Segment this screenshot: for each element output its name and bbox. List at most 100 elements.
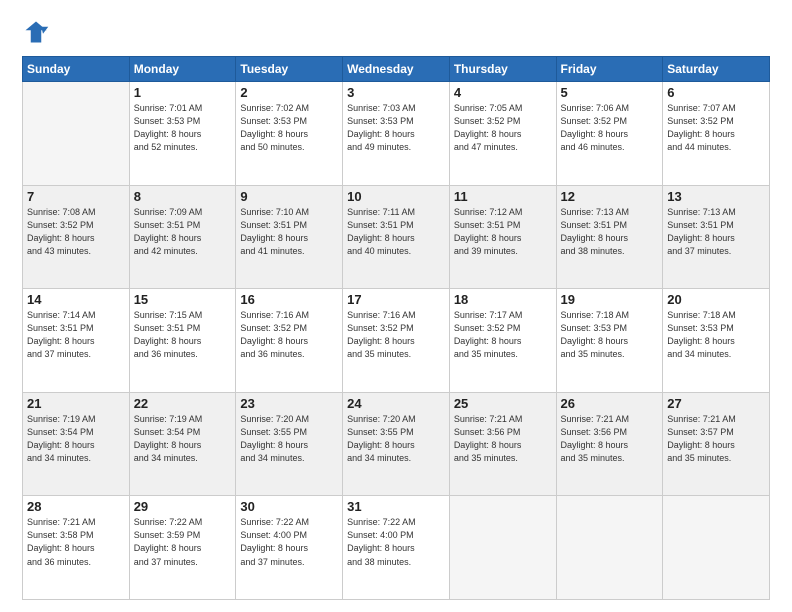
- day-number: 20: [667, 292, 765, 307]
- calendar-day-cell: 4 Sunrise: 7:05 AMSunset: 3:52 PMDaylight…: [449, 82, 556, 186]
- day-number: 30: [240, 499, 338, 514]
- day-info: Sunrise: 7:20 AMSunset: 3:55 PMDaylight:…: [347, 413, 445, 465]
- day-number: 24: [347, 396, 445, 411]
- day-number: 10: [347, 189, 445, 204]
- day-info: Sunrise: 7:06 AMSunset: 3:52 PMDaylight:…: [561, 102, 659, 154]
- day-number: 22: [134, 396, 232, 411]
- calendar-table: SundayMondayTuesdayWednesdayThursdayFrid…: [22, 56, 770, 600]
- day-number: 9: [240, 189, 338, 204]
- day-number: 4: [454, 85, 552, 100]
- calendar-day-cell: 7Sunrise: 7:08 AMSunset: 3:52 PMDaylight…: [23, 185, 130, 289]
- day-number: 31: [347, 499, 445, 514]
- calendar-day-cell: 24 Sunrise: 7:20 AMSunset: 3:55 PMDayligh…: [343, 392, 450, 496]
- calendar-day-cell: 13 Sunrise: 7:13 AMSunset: 3:51 PMDayligh…: [663, 185, 770, 289]
- day-number: 29: [134, 499, 232, 514]
- day-info: Sunrise: 7:22 AMSunset: 4:00 PMDaylight:…: [240, 516, 338, 568]
- day-number: 6: [667, 85, 765, 100]
- day-info: Sunrise: 7:21 AMSunset: 3:58 PMDaylight:…: [27, 516, 125, 568]
- day-number: 11: [454, 189, 552, 204]
- day-number: 25: [454, 396, 552, 411]
- calendar-day-cell: 10Sunrise: 7:11 AMSunset: 3:51 PMDayligh…: [343, 185, 450, 289]
- day-number: 5: [561, 85, 659, 100]
- calendar-week-row: 21 Sunrise: 7:19 AMSunset: 3:54 PMDayligh…: [23, 392, 770, 496]
- calendar-week-row: 14Sunrise: 7:14 AMSunset: 3:51 PMDayligh…: [23, 289, 770, 393]
- day-number: 27: [667, 396, 765, 411]
- day-info: Sunrise: 7:02 AMSunset: 3:53 PMDaylight:…: [240, 102, 338, 154]
- calendar-header-cell: Monday: [129, 57, 236, 82]
- calendar-day-cell: 30 Sunrise: 7:22 AMSunset: 4:00 PMDayligh…: [236, 496, 343, 600]
- day-number: 13: [667, 189, 765, 204]
- day-number: 2: [240, 85, 338, 100]
- calendar-header-cell: Sunday: [23, 57, 130, 82]
- day-info: Sunrise: 7:20 AMSunset: 3:55 PMDaylight:…: [240, 413, 338, 465]
- calendar-day-cell: 20 Sunrise: 7:18 AMSunset: 3:53 PMDayligh…: [663, 289, 770, 393]
- day-info: Sunrise: 7:19 AMSunset: 3:54 PMDaylight:…: [134, 413, 232, 465]
- calendar-day-cell: 21 Sunrise: 7:19 AMSunset: 3:54 PMDayligh…: [23, 392, 130, 496]
- calendar-day-cell: [449, 496, 556, 600]
- calendar-day-cell: 28 Sunrise: 7:21 AMSunset: 3:58 PMDayligh…: [23, 496, 130, 600]
- day-info: Sunrise: 7:17 AMSunset: 3:52 PMDaylight:…: [454, 309, 552, 361]
- calendar-day-cell: 18 Sunrise: 7:17 AMSunset: 3:52 PMDayligh…: [449, 289, 556, 393]
- calendar-day-cell: [556, 496, 663, 600]
- calendar-header-cell: Friday: [556, 57, 663, 82]
- day-info: Sunrise: 7:18 AMSunset: 3:53 PMDaylight:…: [667, 309, 765, 361]
- day-number: 23: [240, 396, 338, 411]
- calendar-day-cell: 15 Sunrise: 7:15 AMSunset: 3:51 PMDayligh…: [129, 289, 236, 393]
- calendar-day-cell: 9 Sunrise: 7:10 AMSunset: 3:51 PMDaylight…: [236, 185, 343, 289]
- day-info: Sunrise: 7:10 AMSunset: 3:51 PMDaylight:…: [240, 206, 338, 258]
- calendar-body: 1 Sunrise: 7:01 AMSunset: 3:53 PMDaylight…: [23, 82, 770, 600]
- calendar-day-cell: 16Sunrise: 7:16 AMSunset: 3:52 PMDayligh…: [236, 289, 343, 393]
- calendar-day-cell: 31 Sunrise: 7:22 AMSunset: 4:00 PMDayligh…: [343, 496, 450, 600]
- day-info: Sunrise: 7:19 AMSunset: 3:54 PMDaylight:…: [27, 413, 125, 465]
- day-number: 3: [347, 85, 445, 100]
- day-info: Sunrise: 7:14 AMSunset: 3:51 PMDaylight:…: [27, 309, 125, 361]
- calendar-day-cell: 26Sunrise: 7:21 AMSunset: 3:56 PMDayligh…: [556, 392, 663, 496]
- day-info: Sunrise: 7:07 AMSunset: 3:52 PMDaylight:…: [667, 102, 765, 154]
- day-info: Sunrise: 7:13 AMSunset: 3:51 PMDaylight:…: [561, 206, 659, 258]
- calendar-day-cell: 22 Sunrise: 7:19 AMSunset: 3:54 PMDayligh…: [129, 392, 236, 496]
- day-number: 8: [134, 189, 232, 204]
- day-info: Sunrise: 7:22 AMSunset: 3:59 PMDaylight:…: [134, 516, 232, 568]
- day-number: 1: [134, 85, 232, 100]
- calendar-day-cell: 12Sunrise: 7:13 AMSunset: 3:51 PMDayligh…: [556, 185, 663, 289]
- calendar-day-cell: 8Sunrise: 7:09 AMSunset: 3:51 PMDaylight…: [129, 185, 236, 289]
- day-info: Sunrise: 7:16 AMSunset: 3:52 PMDaylight:…: [240, 309, 338, 361]
- calendar-day-cell: 5 Sunrise: 7:06 AMSunset: 3:52 PMDaylight…: [556, 82, 663, 186]
- header: [22, 18, 770, 46]
- day-info: Sunrise: 7:03 AMSunset: 3:53 PMDaylight:…: [347, 102, 445, 154]
- calendar-day-cell: [663, 496, 770, 600]
- calendar-header-cell: Saturday: [663, 57, 770, 82]
- day-number: 19: [561, 292, 659, 307]
- calendar-header-cell: Tuesday: [236, 57, 343, 82]
- logo-icon: [22, 18, 50, 46]
- calendar-day-cell: 17 Sunrise: 7:16 AMSunset: 3:52 PMDayligh…: [343, 289, 450, 393]
- day-info: Sunrise: 7:21 AMSunset: 3:56 PMDaylight:…: [561, 413, 659, 465]
- calendar-day-cell: 27 Sunrise: 7:21 AMSunset: 3:57 PMDayligh…: [663, 392, 770, 496]
- day-number: 18: [454, 292, 552, 307]
- day-info: Sunrise: 7:22 AMSunset: 4:00 PMDaylight:…: [347, 516, 445, 568]
- calendar-day-cell: 19Sunrise: 7:18 AMSunset: 3:53 PMDayligh…: [556, 289, 663, 393]
- calendar-day-cell: 6 Sunrise: 7:07 AMSunset: 3:52 PMDaylight…: [663, 82, 770, 186]
- day-number: 15: [134, 292, 232, 307]
- day-info: Sunrise: 7:01 AMSunset: 3:53 PMDaylight:…: [134, 102, 232, 154]
- day-info: Sunrise: 7:12 AMSunset: 3:51 PMDaylight:…: [454, 206, 552, 258]
- calendar-day-cell: 29 Sunrise: 7:22 AMSunset: 3:59 PMDayligh…: [129, 496, 236, 600]
- day-info: Sunrise: 7:13 AMSunset: 3:51 PMDaylight:…: [667, 206, 765, 258]
- day-info: Sunrise: 7:21 AMSunset: 3:56 PMDaylight:…: [454, 413, 552, 465]
- calendar-day-cell: 1 Sunrise: 7:01 AMSunset: 3:53 PMDaylight…: [129, 82, 236, 186]
- calendar-day-cell: 3 Sunrise: 7:03 AMSunset: 3:53 PMDaylight…: [343, 82, 450, 186]
- calendar-week-row: 1 Sunrise: 7:01 AMSunset: 3:53 PMDaylight…: [23, 82, 770, 186]
- day-info: Sunrise: 7:08 AMSunset: 3:52 PMDaylight:…: [27, 206, 125, 258]
- day-info: Sunrise: 7:16 AMSunset: 3:52 PMDaylight:…: [347, 309, 445, 361]
- day-info: Sunrise: 7:15 AMSunset: 3:51 PMDaylight:…: [134, 309, 232, 361]
- page: SundayMondayTuesdayWednesdayThursdayFrid…: [0, 0, 792, 612]
- calendar-header-cell: Wednesday: [343, 57, 450, 82]
- calendar-day-cell: 25 Sunrise: 7:21 AMSunset: 3:56 PMDayligh…: [449, 392, 556, 496]
- day-number: 17: [347, 292, 445, 307]
- day-info: Sunrise: 7:05 AMSunset: 3:52 PMDaylight:…: [454, 102, 552, 154]
- day-number: 21: [27, 396, 125, 411]
- calendar-day-cell: 11 Sunrise: 7:12 AMSunset: 3:51 PMDayligh…: [449, 185, 556, 289]
- calendar-day-cell: [23, 82, 130, 186]
- day-info: Sunrise: 7:21 AMSunset: 3:57 PMDaylight:…: [667, 413, 765, 465]
- day-number: 28: [27, 499, 125, 514]
